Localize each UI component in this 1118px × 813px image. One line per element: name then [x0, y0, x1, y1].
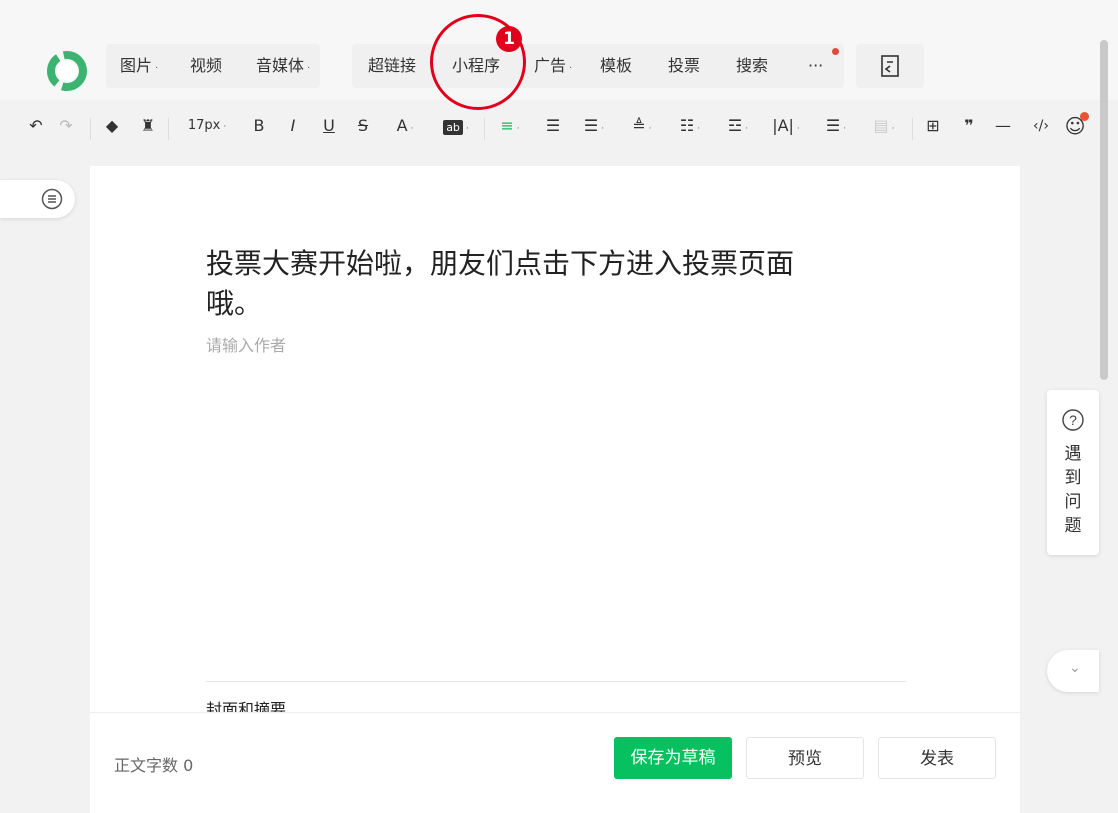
- chevron-down-icon: ·: [891, 124, 895, 134]
- scroll-down-button[interactable]: ⌄: [1047, 650, 1099, 692]
- letter-spacing-button[interactable]: |A| ·: [766, 112, 806, 140]
- menu-ad[interactable]: 广告 ·: [524, 46, 582, 86]
- list-button[interactable]: ☰ ·: [818, 112, 854, 140]
- quote-button[interactable]: ❞: [956, 112, 982, 140]
- font-color-button[interactable]: A ·: [388, 112, 422, 140]
- highlight-button[interactable]: ab ·: [436, 112, 476, 140]
- strikethrough-button[interactable]: S: [352, 112, 374, 140]
- font-color-icon: A: [396, 116, 408, 135]
- bold-button[interactable]: B: [248, 112, 270, 140]
- line-spacing-button[interactable]: ☷ ·: [672, 112, 708, 140]
- font-size-value: 17px: [187, 118, 221, 133]
- chevron-down-icon: ·: [465, 124, 469, 134]
- chevron-down-icon: ·: [155, 63, 159, 74]
- cover-summary-label: 封面和摘要: [206, 700, 287, 712]
- eraser-icon[interactable]: ◆: [100, 112, 124, 140]
- menu-audio[interactable]: 音媒体 ·: [246, 46, 320, 86]
- horizontal-rule-button[interactable]: —: [990, 112, 1016, 140]
- menu-vote[interactable]: 投票: [658, 46, 710, 86]
- menu-ad-label: 广告: [534, 56, 567, 75]
- align-center-button[interactable]: ☰ ·: [576, 112, 612, 140]
- float-button[interactable]: ▤ ·: [866, 112, 902, 140]
- content-divider: [206, 681, 906, 682]
- code-button[interactable]: ‹/›: [1024, 112, 1058, 140]
- menu-hyperlink[interactable]: 超链接: [358, 46, 426, 86]
- list-icon: [41, 188, 63, 210]
- menu-template[interactable]: 模板: [590, 46, 642, 86]
- chevron-down-icon: ·: [796, 124, 800, 134]
- undo-icon[interactable]: ↶: [26, 112, 46, 140]
- align-justify-button[interactable]: ≡ ·: [492, 112, 528, 140]
- menu-search-label: 搜索: [736, 56, 769, 75]
- divider: [90, 118, 91, 140]
- word-count-label: 正文字数: [114, 756, 179, 775]
- word-count-value: 0: [183, 756, 194, 775]
- author-input[interactable]: 请输入作者: [206, 332, 286, 356]
- chevron-down-icon: ·: [601, 124, 605, 134]
- more-icon: ···: [808, 56, 824, 75]
- highlight-icon: ab: [443, 120, 463, 135]
- notification-dot: [832, 48, 839, 55]
- divider: [912, 118, 913, 140]
- menu-template-label: 模板: [600, 56, 633, 75]
- chevron-down-icon: ·: [307, 63, 311, 74]
- indentation-button[interactable]: ☲ ·: [720, 112, 756, 140]
- chevron-down-icon: ·: [223, 122, 227, 132]
- word-count: 正文字数 0: [114, 752, 193, 776]
- redo-icon[interactable]: ↷: [56, 112, 76, 140]
- menu-video[interactable]: 视频: [180, 46, 232, 86]
- annotation-badge: 1: [496, 26, 522, 52]
- paragraph-spacing-button[interactable]: ≜ ·: [624, 112, 660, 140]
- menu-image-label: 图片: [120, 56, 153, 75]
- insert-page-icon[interactable]: [879, 54, 901, 78]
- divider: [484, 118, 485, 140]
- chevron-down-icon: ·: [516, 124, 520, 134]
- italic-button[interactable]: I: [282, 112, 304, 140]
- outline-toggle[interactable]: [0, 180, 75, 218]
- menu-more[interactable]: ···: [798, 46, 833, 86]
- app-logo: [47, 51, 87, 91]
- double-chevron-down-icon: ⌄: [1069, 660, 1081, 676]
- question-icon: ?: [1062, 409, 1084, 431]
- underline-button[interactable]: U: [318, 112, 340, 140]
- save-draft-button[interactable]: 保存为草稿: [614, 737, 732, 779]
- format-painter-icon[interactable]: ♜: [136, 112, 160, 140]
- menu-audio-label: 音媒体: [256, 56, 305, 75]
- menu-vote-label: 投票: [668, 56, 701, 75]
- format-toolbar: ↶ ↷ ◆ ♜ 17px · B I U S A · ab · ≡ · ☰ ☰ · ≜ · …: [0, 104, 1118, 148]
- menu-hyperlink-label: 超链接: [368, 56, 417, 75]
- chevron-down-icon: ·: [569, 63, 573, 74]
- chevron-down-icon: ·: [745, 124, 749, 134]
- chevron-down-icon: ·: [843, 124, 847, 134]
- preview-button[interactable]: 预览: [746, 737, 864, 779]
- menu-search[interactable]: 搜索: [726, 46, 778, 86]
- chevron-down-icon: ·: [697, 124, 701, 134]
- chevron-down-icon: ·: [648, 124, 652, 134]
- divider: [168, 118, 169, 140]
- table-icon[interactable]: ⊞: [920, 112, 946, 140]
- font-size-select[interactable]: 17px ·: [176, 112, 238, 140]
- chevron-down-icon: ·: [410, 124, 414, 134]
- publish-button[interactable]: 发表: [878, 737, 996, 779]
- article-title[interactable]: 投票大赛开始啦，朋友们点击下方进入投票页面哦。: [206, 244, 806, 324]
- scrollbar[interactable]: [1100, 40, 1108, 380]
- svg-text:?: ?: [1069, 412, 1077, 428]
- menu-image[interactable]: 图片 ·: [110, 46, 168, 86]
- indent-icon[interactable]: ☰: [540, 112, 566, 140]
- emoji-notification-dot: [1080, 112, 1089, 121]
- help-label: 遇到问题: [1064, 444, 1082, 536]
- menu-video-label: 视频: [190, 56, 223, 75]
